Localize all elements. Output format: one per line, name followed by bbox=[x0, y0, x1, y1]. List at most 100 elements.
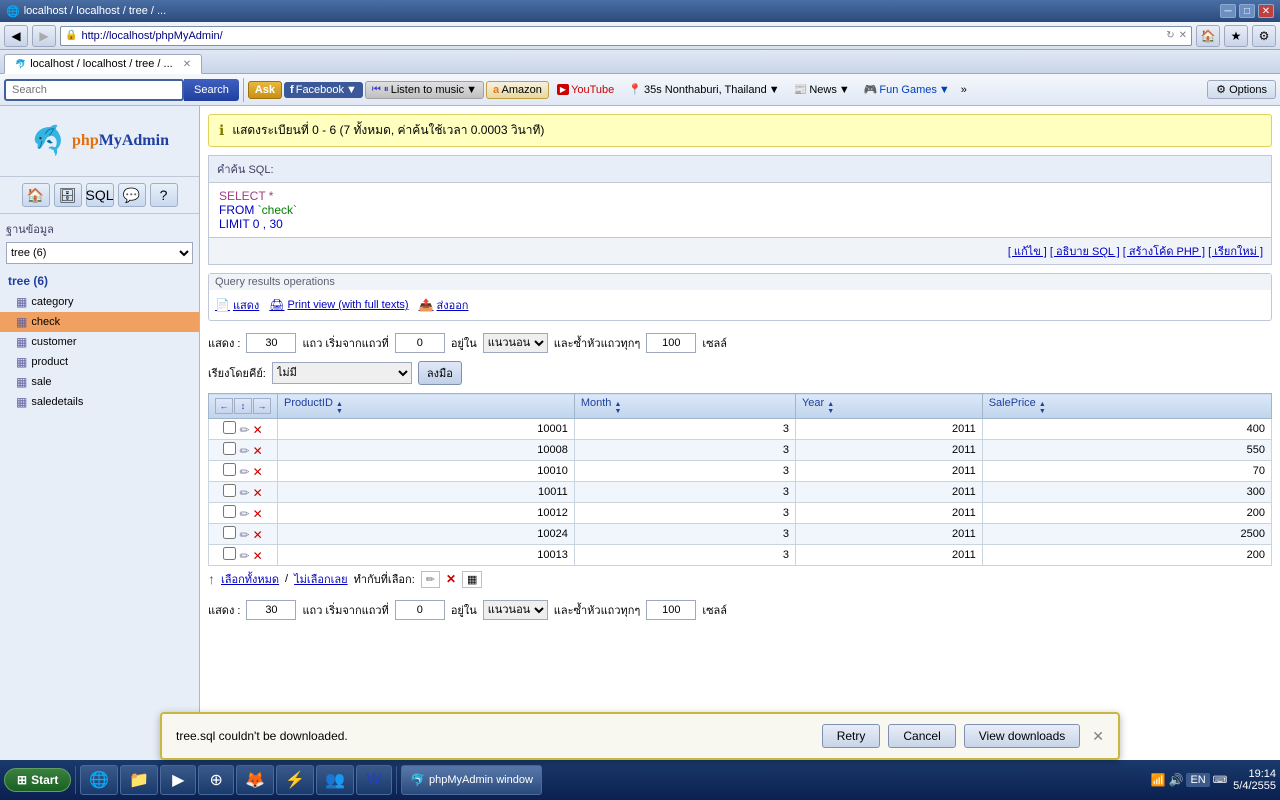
options-button[interactable]: ⚙ Options bbox=[1207, 80, 1276, 99]
taskbar-ie-icon[interactable]: 🌐 bbox=[80, 765, 118, 795]
export-selected-icon[interactable]: ▦ bbox=[462, 571, 482, 588]
sidebar-query-icon[interactable]: 💬 bbox=[118, 183, 146, 207]
taskbar-tools-icon[interactable]: ⚡ bbox=[276, 765, 314, 795]
sidebar-item-customer[interactable]: ▦customer bbox=[0, 332, 199, 352]
row-delete-icon-0[interactable]: ✕ bbox=[253, 423, 263, 437]
op-print-link[interactable]: 🖨 Print view (with full texts) bbox=[269, 298, 408, 312]
taskbar-folder-icon[interactable]: 📁 bbox=[120, 765, 158, 795]
sidebar-help-icon[interactable]: ? bbox=[150, 183, 178, 207]
op-export-link[interactable]: 📤 ส่งออก bbox=[419, 296, 469, 314]
view-downloads-button[interactable]: View downloads bbox=[964, 724, 1081, 748]
download-close-icon[interactable]: ✕ bbox=[1092, 728, 1104, 745]
row-delete-icon-3[interactable]: ✕ bbox=[253, 486, 263, 500]
row-delete-icon-1[interactable]: ✕ bbox=[253, 444, 263, 458]
row-delete-icon-6[interactable]: ✕ bbox=[253, 549, 263, 563]
refresh-button[interactable]: ↻ bbox=[1166, 30, 1174, 41]
from-input[interactable] bbox=[395, 333, 445, 353]
next-arrow[interactable]: → bbox=[253, 398, 271, 414]
tab-close-icon[interactable]: ✕ bbox=[183, 59, 191, 70]
facebook-button[interactable]: f Facebook ▼ bbox=[284, 82, 363, 98]
sort-select[interactable]: ไม่มี bbox=[272, 362, 412, 384]
taskbar-media-icon[interactable]: ▶ bbox=[160, 765, 196, 795]
youtube-button[interactable]: ▶ YouTube bbox=[551, 82, 620, 98]
back-button[interactable]: ◀ bbox=[4, 25, 28, 47]
cancel-button[interactable]: Cancel bbox=[888, 724, 955, 748]
taskbar-users-icon[interactable]: 👥 bbox=[316, 765, 354, 795]
bottom-from-input[interactable] bbox=[395, 600, 445, 620]
row-checkbox-6[interactable] bbox=[223, 547, 236, 560]
col-month[interactable]: Month ▲▼ bbox=[574, 394, 795, 419]
select-none-link[interactable]: ไม่เลือกเลย bbox=[294, 570, 348, 588]
in-select[interactable]: แนวนอน bbox=[483, 333, 548, 353]
sidebar-item-product[interactable]: ▦product bbox=[0, 352, 199, 372]
search-button[interactable]: Search bbox=[184, 79, 239, 101]
sidebar-sql-icon[interactable]: SQL bbox=[86, 183, 114, 207]
close-button[interactable]: ✕ bbox=[1258, 4, 1274, 18]
row-checkbox-1[interactable] bbox=[223, 442, 236, 455]
lang-indicator[interactable]: EN bbox=[1186, 773, 1209, 787]
settings-button[interactable]: ⚙ bbox=[1252, 25, 1276, 47]
col-saleprice[interactable]: SalePrice ▲▼ bbox=[982, 394, 1271, 419]
row-edit-icon-4[interactable]: ✏ bbox=[239, 507, 249, 521]
row-checkbox-4[interactable] bbox=[223, 505, 236, 518]
sidebar-item-sale[interactable]: ▦sale bbox=[0, 372, 199, 392]
row-edit-icon-0[interactable]: ✏ bbox=[239, 423, 249, 437]
sql-reload-link[interactable]: [ เรียกใหม่ ] bbox=[1208, 246, 1263, 258]
row-delete-icon-2[interactable]: ✕ bbox=[253, 465, 263, 479]
sidebar-item-saledetails[interactable]: ▦saledetails bbox=[0, 392, 199, 412]
row-delete-icon-5[interactable]: ✕ bbox=[253, 528, 263, 542]
sql-explain-link[interactable]: [ อธิบาย SQL ] bbox=[1050, 246, 1120, 258]
row-edit-icon-2[interactable]: ✏ bbox=[239, 465, 249, 479]
sidebar-db-icon[interactable]: 🗄 bbox=[54, 183, 82, 207]
taskbar-firefox-icon[interactable]: 🦊 bbox=[236, 765, 274, 795]
stop-button[interactable]: ✕ bbox=[1179, 30, 1187, 41]
sql-create-php-link[interactable]: [ สร้างโค้ด PHP ] bbox=[1123, 246, 1205, 258]
sidebar-item-check[interactable]: ▦check bbox=[0, 312, 199, 332]
start-button[interactable]: ⊞ Start bbox=[4, 768, 71, 792]
row-edit-icon-1[interactable]: ✏ bbox=[239, 444, 249, 458]
row-edit-icon-6[interactable]: ✏ bbox=[239, 549, 249, 563]
prev-arrow[interactable]: ← bbox=[215, 398, 233, 414]
db-select[interactable]: tree (6) bbox=[6, 242, 193, 264]
row-checkbox-5[interactable] bbox=[223, 526, 236, 539]
op-show-link[interactable]: 📄 แสดง bbox=[215, 296, 259, 314]
select-all-link[interactable]: เลือกทั้งหมด bbox=[221, 570, 279, 588]
row-checkbox-0[interactable] bbox=[223, 421, 236, 434]
row-checkbox-3[interactable] bbox=[223, 484, 236, 497]
row-checkbox-2[interactable] bbox=[223, 463, 236, 476]
go-button[interactable]: ลงมือ bbox=[418, 361, 462, 385]
delete-selected-icon[interactable]: ✕ bbox=[446, 572, 456, 586]
retry-button[interactable]: Retry bbox=[822, 724, 881, 748]
music-button[interactable]: ⏮ ⏸ Listen to music ▼ bbox=[365, 81, 484, 99]
more-button[interactable]: » bbox=[958, 84, 970, 96]
sql-edit-link[interactable]: [ แก้ไข ] bbox=[1008, 246, 1047, 258]
sidebar-home-icon[interactable]: 🏠 bbox=[22, 183, 50, 207]
sidebar-item-category[interactable]: ▦category bbox=[0, 292, 199, 312]
taskbar-phpmyadmin-window[interactable]: 🐬 phpMyAdmin window bbox=[401, 765, 542, 795]
ask-button[interactable]: Ask bbox=[248, 81, 282, 99]
show-input[interactable] bbox=[246, 333, 296, 353]
amazon-button[interactable]: a Amazon bbox=[486, 81, 549, 99]
row-delete-icon-4[interactable]: ✕ bbox=[253, 507, 263, 521]
tab-main[interactable]: 🐬 localhost / localhost / tree / ... ✕ bbox=[4, 54, 202, 74]
location-button[interactable]: 📍 35s Nonthaburi, Thailand ▼ bbox=[622, 81, 785, 98]
home-button[interactable]: 🏠 bbox=[1196, 25, 1220, 47]
games-button[interactable]: 🎮 Fun Games ▼ bbox=[858, 81, 956, 98]
edit-selected-icon[interactable]: ✏ bbox=[421, 571, 440, 588]
clock[interactable]: 19:14 5/4/2555 bbox=[1233, 768, 1276, 792]
taskbar-word-icon[interactable]: W bbox=[356, 765, 392, 795]
forward-button[interactable]: ▶ bbox=[32, 25, 56, 47]
col-year[interactable]: Year ▲▼ bbox=[795, 394, 982, 419]
row-edit-icon-5[interactable]: ✏ bbox=[239, 528, 249, 542]
address-text[interactable]: http://localhost/phpMyAdmin/ bbox=[81, 30, 1162, 42]
bottom-in-select[interactable]: แนวนอน bbox=[483, 600, 548, 620]
maximize-button[interactable]: □ bbox=[1239, 4, 1255, 18]
favorites-button[interactable]: ★ bbox=[1224, 25, 1248, 47]
row-edit-icon-3[interactable]: ✏ bbox=[239, 486, 249, 500]
taskbar-chrome-icon[interactable]: ⊕ bbox=[198, 765, 234, 795]
news-button[interactable]: 📰 News ▼ bbox=[788, 81, 856, 98]
minimize-button[interactable]: ─ bbox=[1220, 4, 1236, 18]
sort-arrow[interactable]: ↕ bbox=[234, 398, 252, 414]
search-input[interactable] bbox=[4, 79, 184, 101]
bottom-show-input[interactable] bbox=[246, 600, 296, 620]
